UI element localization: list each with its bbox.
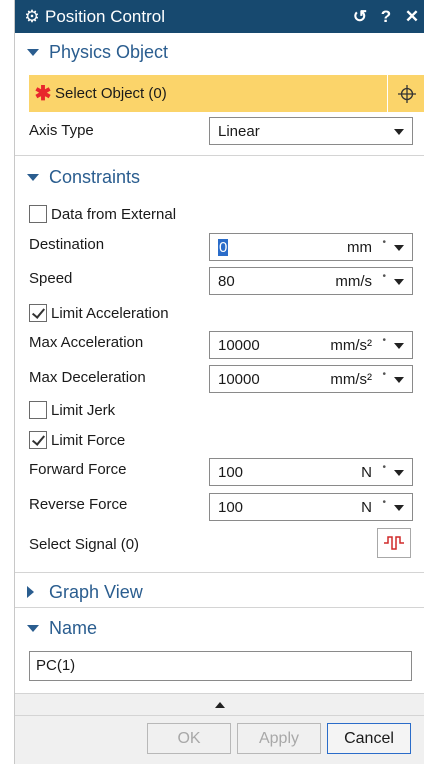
section-title: Graph View: [49, 581, 143, 602]
unit-dot-icon: •: [382, 237, 386, 248]
axis-type-select[interactable]: Linear: [209, 117, 413, 145]
collapsed-arrow-icon: [27, 586, 39, 598]
data-from-external-checkbox[interactable]: Data from External: [29, 205, 176, 223]
max-deceleration-unit: mm/s²: [330, 371, 372, 388]
crosshair-icon[interactable]: [387, 75, 424, 112]
checkbox-box[interactable]: [29, 304, 47, 322]
destination-field[interactable]: 0 mm •: [209, 233, 413, 261]
section-physics-object-header[interactable]: Physics Object: [15, 37, 424, 67]
reset-icon[interactable]: ↺: [347, 7, 373, 27]
section-divider: [15, 572, 424, 573]
checkbox-label: Data from External: [51, 205, 177, 223]
chevron-down-icon: [394, 129, 404, 135]
dialog-title: Position Control: [45, 6, 166, 26]
expand-arrow-icon: [27, 624, 39, 632]
max-deceleration-value[interactable]: 10000: [218, 371, 260, 388]
cancel-button[interactable]: Cancel: [327, 723, 411, 754]
chevron-down-icon[interactable]: [394, 343, 404, 349]
apply-button[interactable]: Apply: [237, 723, 321, 754]
position-control-dialog: ⚙ Position Control ↺ ? ✕ Physics Object …: [14, 0, 424, 764]
section-divider: [15, 607, 424, 608]
reverse-force-label: Reverse Force: [29, 496, 128, 513]
max-acceleration-field[interactable]: 10000 mm/s² •: [209, 331, 413, 359]
gear-icon: ⚙: [24, 6, 40, 26]
limit-acceleration-checkbox[interactable]: Limit Acceleration: [29, 304, 169, 322]
checkbox-label: Limit Jerk: [51, 401, 116, 419]
destination-unit: mm: [347, 239, 372, 256]
forward-force-label: Forward Force: [29, 461, 127, 478]
speed-field[interactable]: 80 mm/s •: [209, 267, 413, 295]
destination-value[interactable]: 0: [218, 239, 229, 256]
select-object-row[interactable]: ✱ Select Object (0): [29, 75, 424, 112]
signal-pulse-icon: [384, 536, 404, 550]
section-name-header[interactable]: Name: [15, 613, 424, 643]
forward-force-field[interactable]: 100 N •: [209, 458, 413, 486]
section-title: Constraints: [49, 166, 141, 187]
chevron-down-icon[interactable]: [394, 505, 404, 511]
unit-dot-icon: •: [382, 497, 386, 508]
chevron-down-icon[interactable]: [394, 470, 404, 476]
reverse-force-field[interactable]: 100 N •: [209, 493, 413, 521]
max-acceleration-unit: mm/s²: [330, 337, 372, 354]
collapse-up-icon[interactable]: [215, 702, 225, 708]
section-graph-view-header[interactable]: Graph View: [15, 577, 424, 607]
select-signal-label: Select Signal (0): [29, 536, 140, 553]
reverse-force-unit: N: [361, 499, 372, 516]
unit-dot-icon: •: [382, 271, 386, 282]
checkbox-label: Limit Acceleration: [51, 304, 169, 322]
expand-arrow-icon: [27, 48, 39, 56]
forward-force-unit: N: [361, 464, 372, 481]
chevron-down-icon[interactable]: [394, 245, 404, 251]
speed-label: Speed: [29, 270, 73, 287]
section-constraints-header[interactable]: Constraints: [15, 162, 424, 192]
checkbox-box[interactable]: [29, 401, 47, 419]
axis-type-label: Axis Type: [29, 122, 94, 139]
max-deceleration-label: Max Deceleration: [29, 369, 146, 386]
unit-dot-icon: •: [382, 369, 386, 380]
title-bar: ⚙ Position Control ↺ ? ✕: [15, 0, 424, 33]
name-input[interactable]: PC(1): [29, 651, 412, 681]
checkbox-box[interactable]: [29, 205, 47, 223]
max-acceleration-value[interactable]: 10000: [218, 337, 260, 354]
select-object-label: Select Object (0): [55, 85, 167, 102]
speed-value[interactable]: 80: [218, 273, 235, 290]
ok-button[interactable]: OK: [147, 723, 231, 754]
unit-dot-icon: •: [382, 335, 386, 346]
section-title: Name: [49, 617, 98, 638]
max-deceleration-field[interactable]: 10000 mm/s² •: [209, 365, 413, 393]
expand-arrow-icon: [27, 173, 39, 181]
section-divider: [15, 155, 424, 156]
limit-jerk-checkbox[interactable]: Limit Jerk: [29, 401, 115, 419]
close-icon[interactable]: ✕: [399, 7, 424, 27]
speed-unit: mm/s: [335, 273, 372, 290]
max-acceleration-label: Max Acceleration: [29, 334, 144, 351]
help-icon[interactable]: ?: [373, 7, 399, 27]
section-title: Physics Object: [49, 41, 169, 62]
chevron-down-icon[interactable]: [394, 377, 404, 383]
destination-label: Destination: [29, 236, 105, 253]
forward-force-value[interactable]: 100: [218, 464, 243, 481]
checkbox-label: Limit Force: [51, 431, 126, 449]
unit-dot-icon: •: [382, 462, 386, 473]
required-asterisk-icon: ✱: [34, 83, 52, 105]
select-signal-button[interactable]: [377, 528, 411, 558]
footer-divider: [15, 715, 424, 716]
chevron-down-icon[interactable]: [394, 279, 404, 285]
limit-force-checkbox[interactable]: Limit Force: [29, 431, 125, 449]
reverse-force-value[interactable]: 100: [218, 499, 243, 516]
dialog-footer: OK Apply Cancel: [15, 693, 424, 764]
checkbox-box[interactable]: [29, 431, 47, 449]
